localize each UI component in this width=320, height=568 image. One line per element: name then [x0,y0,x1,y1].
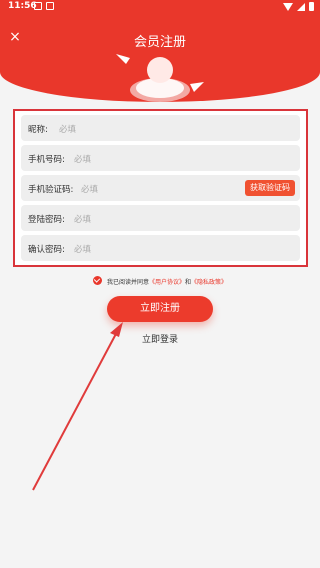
registration-form: 昵称: 必填 手机号码: 必填 手机验证码: 必填 获取验证码 登陆密码: 必填… [13,109,308,267]
register-button[interactable]: 立即注册 [107,296,213,322]
password-field[interactable]: 登陆密码: 必填 [21,205,300,231]
wifi-icon [283,2,293,11]
get-code-button[interactable]: 获取验证码 [245,180,295,196]
checkmark-icon[interactable] [93,276,102,285]
confirm-password-field[interactable]: 确认密码: 必填 [21,235,300,261]
sms-code-field[interactable]: 手机验证码: 必填 获取验证码 [21,175,300,201]
phone-input[interactable]: 必填 [74,153,91,165]
signal-icon [297,2,305,11]
confirm-password-input[interactable]: 必填 [74,243,91,255]
battery-icon [309,2,314,11]
status-time: 11:56 [8,1,37,11]
header: 11:56 × 会员注册 [0,0,320,102]
login-link[interactable]: 立即登录 [0,332,320,345]
phone-field[interactable]: 手机号码: 必填 [21,145,300,171]
mascot-illustration [116,54,204,102]
agreement-prefix: 我已阅读并同意 [107,279,150,286]
user-agreement-link[interactable]: 《用户协议》 [149,279,185,286]
status-bar: 11:56 [0,0,320,14]
nickname-input[interactable]: 必填 [59,123,76,135]
notification-icons [34,2,54,10]
privacy-policy-link[interactable]: 《隐私政策》 [191,279,227,286]
nickname-label: 昵称: [28,125,48,135]
page-title: 会员注册 [133,35,186,50]
sms-code-label: 手机验证码: [28,185,74,195]
notification-icon [34,2,42,10]
status-icons [283,2,314,11]
password-label: 登陆密码: [28,215,65,225]
nickname-field[interactable]: 昵称: 必填 [21,115,300,141]
confirm-password-label: 确认密码: [28,245,65,255]
password-input[interactable]: 必填 [74,213,91,225]
notification-icon [46,2,54,10]
phone-label: 手机号码: [28,155,65,165]
sms-code-input[interactable]: 必填 [81,183,98,195]
agreement-text: 我已阅读并同意《用户协议》和《隐私政策》 [107,277,227,286]
